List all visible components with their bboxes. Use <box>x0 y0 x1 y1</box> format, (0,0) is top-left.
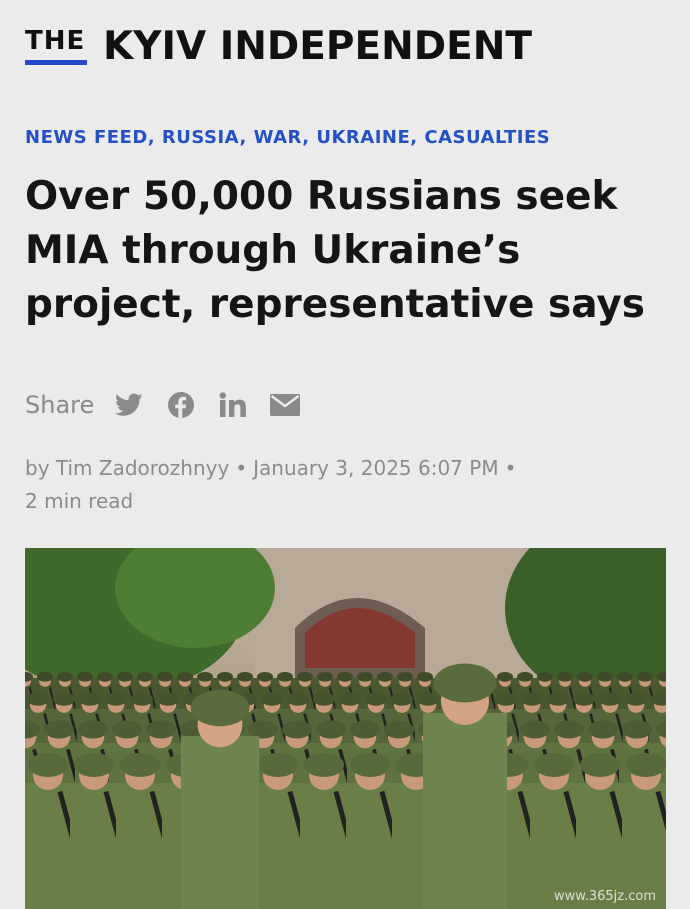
tag-war[interactable]: WAR <box>254 127 303 148</box>
tag-separator: , <box>410 127 425 148</box>
category-tags: NEWS FEED, RUSSIA, WAR, UKRAINE, CASUALT… <box>25 126 665 150</box>
publish-date: January 3, 2025 6:07 PM <box>253 456 499 480</box>
tag-separator: , <box>147 127 162 148</box>
linkedin-icon[interactable] <box>218 390 248 420</box>
hero-image-soldiers-parade: www.365jz.com <box>25 548 666 909</box>
tag-news-feed[interactable]: NEWS FEED <box>25 127 148 148</box>
site-masthead[interactable]: THE KYIV INDEPENDENT <box>25 24 670 70</box>
soldier-group <box>25 663 666 909</box>
byline-separator: • <box>504 456 517 480</box>
svg-text:www.365jz.com: www.365jz.com <box>554 889 656 904</box>
tag-separator: , <box>302 127 317 148</box>
byline-separator: • <box>235 456 248 480</box>
tag-casualties[interactable]: CASUALTIES <box>424 127 550 148</box>
logo-the: THE <box>25 26 87 65</box>
tag-ukraine[interactable]: UKRAINE <box>316 127 410 148</box>
twitter-icon[interactable] <box>114 390 144 420</box>
tag-separator: , <box>239 127 254 148</box>
logo-underline <box>25 60 87 65</box>
share-label: Share <box>25 391 95 419</box>
hero-image: www.365jz.com <box>25 548 666 909</box>
read-time: 2 min read <box>25 489 134 513</box>
facebook-icon[interactable] <box>166 390 196 420</box>
author-name[interactable]: by Tim Zadorozhnyy <box>25 456 229 480</box>
article-headline: Over 50,000 Russians seek MIA through Uk… <box>25 174 646 327</box>
logo-the-text: THE <box>25 26 86 56</box>
share-bar: Share <box>25 388 322 422</box>
logo-title: KYIV INDEPENDENT <box>103 24 533 69</box>
email-icon[interactable] <box>270 390 301 420</box>
article-byline: by Tim Zadorozhnyy • January 3, 2025 6:07 … <box>25 452 645 518</box>
tag-russia[interactable]: RUSSIA <box>162 127 240 148</box>
